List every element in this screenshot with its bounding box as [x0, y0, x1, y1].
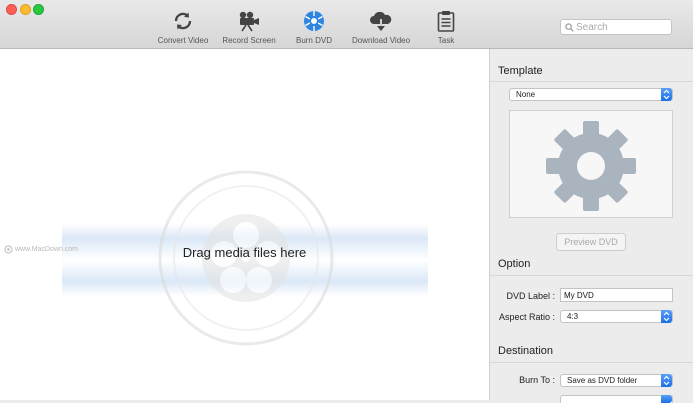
preview-dvd-button[interactable]: Preview DVD	[556, 233, 626, 251]
clipboard-icon	[426, 8, 466, 32]
burn-to-label: Burn To :	[519, 375, 555, 385]
convert-video-button[interactable]: Convert Video	[155, 8, 211, 45]
chevron-updown-icon	[661, 374, 672, 387]
dvd-label-label: DVD Label :	[506, 291, 555, 301]
chevron-updown-icon	[661, 310, 672, 323]
aspect-ratio-value: 4:3	[567, 312, 579, 321]
close-window-button[interactable]	[6, 4, 17, 15]
search-icon	[565, 22, 574, 32]
template-heading: Template	[498, 65, 543, 77]
search-field[interactable]: Search	[560, 19, 672, 35]
watermark-logo-icon	[4, 245, 13, 254]
cloud-download-icon	[350, 8, 412, 32]
record-screen-label: Record Screen	[222, 36, 276, 45]
watermark: www.MacDown.com	[4, 245, 78, 254]
dvd-label-input[interactable]: My DVD	[560, 288, 673, 302]
option-heading: Option	[498, 258, 531, 270]
convert-icon	[155, 8, 211, 32]
burn-dvd-label: Burn DVD	[295, 36, 332, 45]
destination-heading: Destination	[498, 345, 554, 357]
watermark-text: www.MacDown.com	[15, 246, 79, 253]
settings-panel: Template None Preview DVD Option DVD Lab…	[490, 49, 693, 403]
record-screen-button[interactable]: Record Screen	[221, 8, 277, 45]
convert-video-label: Convert Video	[157, 36, 209, 45]
chevron-updown-icon	[661, 395, 672, 403]
task-label: Task	[437, 36, 455, 45]
destination-divider	[490, 362, 693, 363]
option-divider	[490, 275, 693, 276]
aspect-ratio-select[interactable]: 4:3	[560, 310, 673, 323]
zoom-window-button[interactable]	[33, 4, 44, 15]
burn-to-select[interactable]: Save as DVD folder	[560, 374, 673, 387]
template-select-value: None	[516, 90, 536, 99]
download-video-button[interactable]: Download Video	[350, 8, 412, 45]
template-divider	[490, 81, 693, 82]
aspect-ratio-label: Aspect Ratio :	[498, 312, 555, 322]
burn-dvd-button[interactable]: Burn DVD	[289, 8, 339, 45]
camera-icon	[221, 8, 277, 32]
download-video-label: Download Video	[351, 36, 411, 45]
template-select[interactable]: None	[509, 88, 673, 101]
media-drop-zone[interactable]: Drag media files here www.MacDown.com	[0, 49, 490, 400]
task-button[interactable]: Task	[426, 8, 466, 45]
drop-zone-background	[62, 170, 428, 346]
search-placeholder: Search	[576, 21, 608, 33]
gear-icon	[546, 121, 636, 211]
disc-icon	[289, 8, 339, 32]
output-folder-select[interactable]	[560, 395, 673, 403]
chevron-updown-icon	[661, 88, 672, 101]
minimize-window-button[interactable]	[20, 4, 31, 15]
toolbar: Convert Video Record Screen Burn DVD Dow…	[0, 0, 693, 49]
template-preview-box	[509, 110, 673, 218]
burn-to-value: Save as DVD folder	[567, 376, 638, 385]
